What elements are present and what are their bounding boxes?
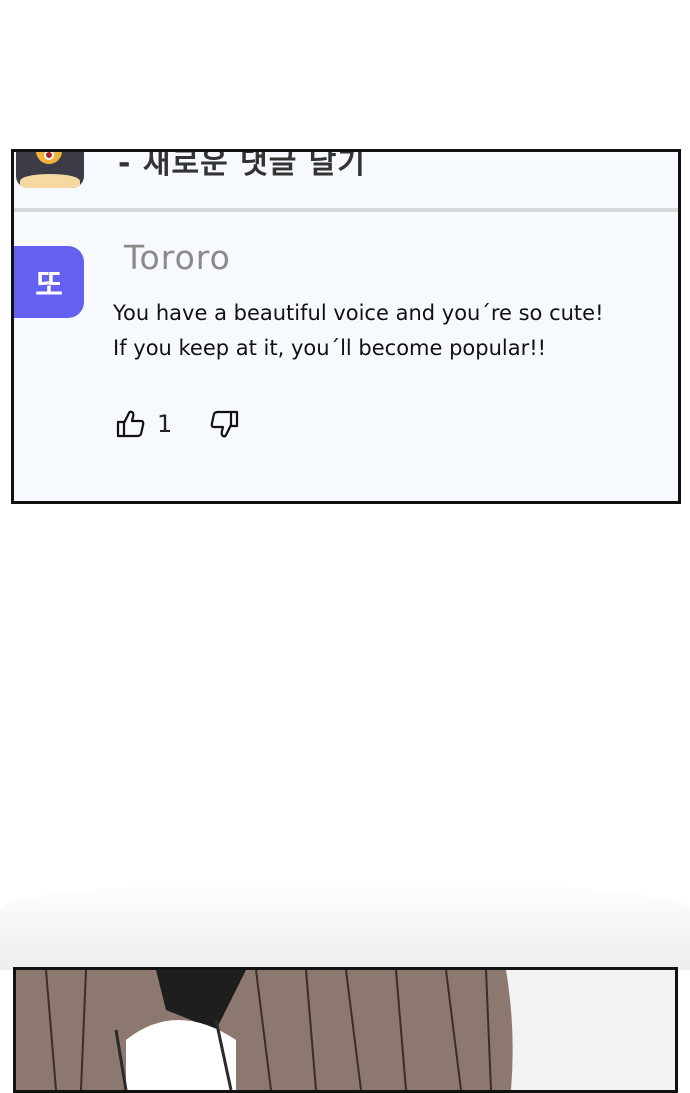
comic-panel-illustration bbox=[13, 967, 678, 1093]
panel-transition bbox=[0, 880, 690, 970]
comment-panel: - 새로운 댓글 달기 또 Tororo You have a beautifu… bbox=[11, 149, 681, 504]
like-count: 1 bbox=[157, 410, 173, 438]
comment-line: You have a beautiful voice and you´re so… bbox=[113, 301, 604, 325]
comment-line: If you keep at it, you´ll become popular… bbox=[113, 336, 547, 360]
previous-comment-text: - 새로운 댓글 달기 bbox=[118, 149, 366, 181]
thumbs-up-icon[interactable] bbox=[115, 408, 147, 440]
comment-actions: 1 bbox=[115, 404, 240, 444]
avatar-char: 또 bbox=[35, 268, 63, 303]
comment-text: You have a beautiful voice and you´re so… bbox=[113, 296, 653, 366]
comment-divider bbox=[14, 208, 678, 212]
previous-commenter-avatar bbox=[16, 152, 84, 188]
comment-username[interactable]: Tororo bbox=[124, 238, 231, 277]
thumbs-down-icon[interactable] bbox=[208, 408, 240, 440]
avatar[interactable]: 또 bbox=[14, 246, 84, 318]
